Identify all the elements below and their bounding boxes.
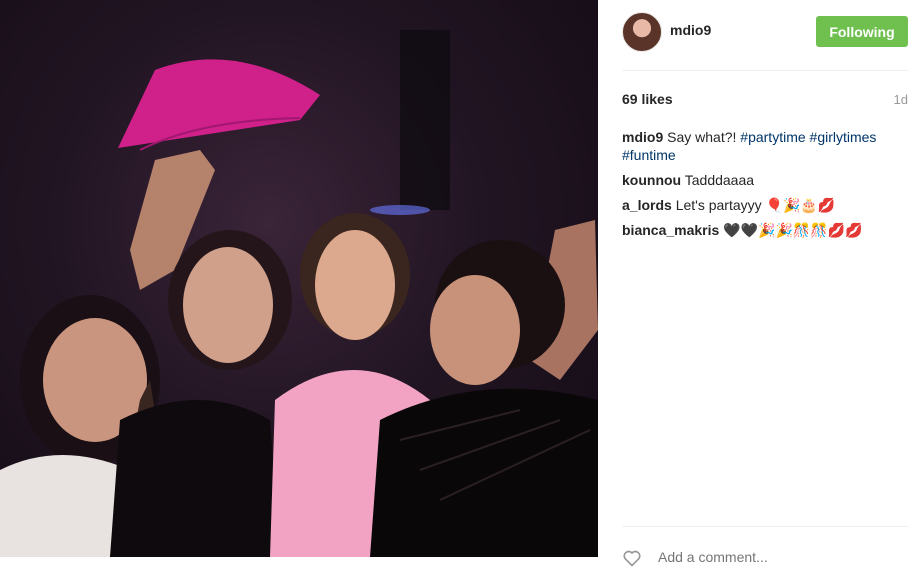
post-header: mdio9 Following — [622, 12, 908, 52]
comment-text: Let's partayyy 🎈🎉🎂💋 — [675, 197, 836, 213]
comment-author[interactable]: mdio9 — [622, 129, 663, 145]
party-photo-illustration — [0, 30, 598, 557]
header-divider — [622, 70, 908, 71]
post-time[interactable]: 1d — [894, 92, 908, 107]
comment-box — [622, 540, 908, 567]
following-button[interactable]: Following — [816, 16, 908, 47]
likes-count[interactable]: 69 likes — [622, 91, 673, 107]
comment-text: 🖤🖤🎉🎉🎊🎊💋💋 — [723, 222, 863, 238]
comment: bianca_makris 🖤🖤🎉🎉🎊🎊💋💋 — [622, 221, 908, 239]
comment-text: Say what?! — [667, 129, 737, 145]
post-photo[interactable] — [0, 0, 598, 557]
instagram-post: mdio9 Following 69 likes 1d mdio9 Say wh… — [0, 0, 915, 567]
comments-divider — [622, 526, 908, 527]
heart-outline-icon[interactable] — [622, 548, 642, 568]
comment-author[interactable]: kounnou — [622, 172, 681, 188]
post-side-panel: mdio9 Following 69 likes 1d mdio9 Say wh… — [598, 0, 915, 567]
hashtag-link[interactable]: #partytime — [740, 129, 805, 145]
avatar[interactable] — [622, 12, 662, 52]
comment: kounnou Tadddaaaa — [622, 171, 908, 189]
username-link[interactable]: mdio9 — [670, 22, 711, 38]
comment-author[interactable]: bianca_makris — [622, 222, 719, 238]
comment: a_lords Let's partayyy 🎈🎉🎂💋 — [622, 196, 908, 214]
add-comment-input[interactable] — [656, 548, 900, 566]
hashtag-link[interactable]: #funtime — [622, 147, 676, 163]
comment-author[interactable]: a_lords — [622, 197, 672, 213]
caption: mdio9 Say what?! #partytime #girlytimes … — [622, 128, 908, 164]
comment-list: mdio9 Say what?! #partytime #girlytimes … — [622, 128, 908, 246]
comment-text: Tadddaaaa — [684, 172, 755, 188]
likes-row: 69 likes 1d — [622, 91, 908, 111]
pink-fan — [118, 59, 320, 148]
hashtag-link[interactable]: #girlytimes — [810, 129, 877, 145]
